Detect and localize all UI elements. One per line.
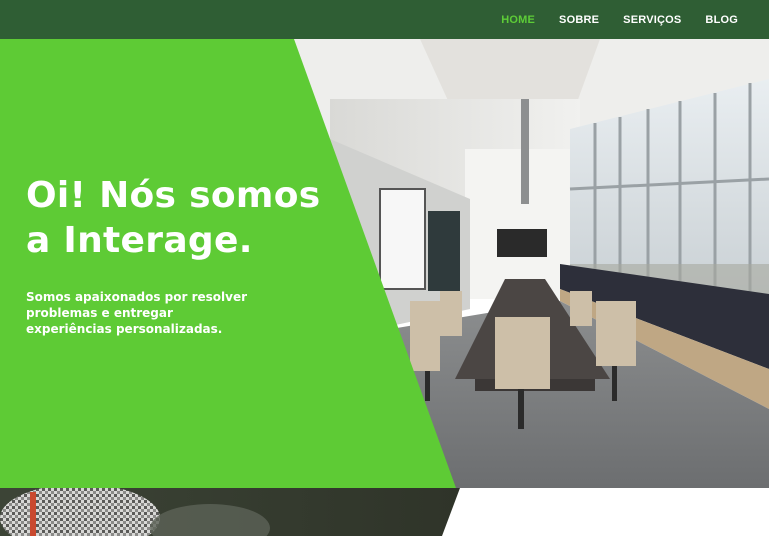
person-photo xyxy=(0,488,460,536)
nav-link-home[interactable]: HOME xyxy=(501,14,535,26)
hero-title-line-1: Oi! Nós somos xyxy=(26,175,321,216)
next-section xyxy=(0,488,769,536)
nav-link-servicos[interactable]: SERVIÇOS xyxy=(623,14,681,26)
nav-link-blog[interactable]: BLOG xyxy=(705,14,738,26)
hero-subtitle: Somos apaixonados por resolver problemas… xyxy=(26,289,286,337)
hero-subtitle-line-2: problemas e entregar xyxy=(26,306,173,320)
hero-title: Oi! Nós somos a Interage. xyxy=(26,173,356,263)
hero-section: Oi! Nós somos a Interage. Somos apaixona… xyxy=(0,39,769,488)
nav-links: HOME SOBRE SERVIÇOS BLOG xyxy=(477,0,738,39)
nav-link-sobre[interactable]: SOBRE xyxy=(559,14,599,26)
hero-subtitle-line-3: experiências personalizadas. xyxy=(26,322,223,336)
top-navbar: HOME SOBRE SERVIÇOS BLOG xyxy=(0,0,769,39)
hero-title-line-2: a Interage. xyxy=(26,220,253,261)
hero-subtitle-line-1: Somos apaixonados por resolver xyxy=(26,290,247,304)
